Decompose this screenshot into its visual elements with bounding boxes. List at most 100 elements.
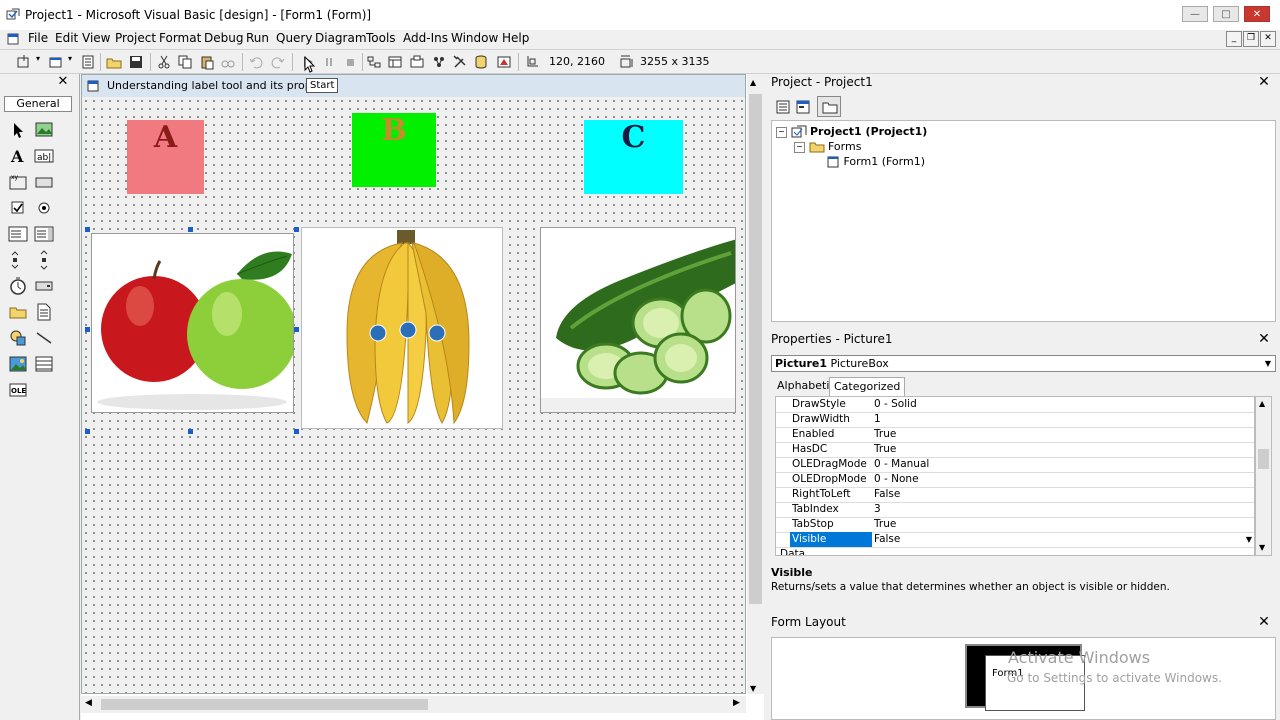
scroll-down-arrow-icon[interactable]: ▼ [750,684,756,693]
menu-view[interactable]: View [82,31,110,45]
break-icon[interactable] [321,54,337,70]
toolbox-icon[interactable] [452,54,468,70]
menu-format[interactable]: Format [159,31,201,45]
menu-editor-icon[interactable] [80,54,96,70]
timer-tool-icon[interactable] [8,276,28,296]
mdi-close-button[interactable]: ✕ [1260,31,1276,47]
scroll-down-arrow-icon[interactable]: ▼ [1259,543,1265,552]
selection-handle[interactable] [85,227,90,232]
scroll-up-arrow-icon[interactable]: ▲ [1259,399,1265,408]
combobox-tool-icon[interactable] [8,224,28,244]
dirlistbox-tool-icon[interactable] [8,302,28,322]
label-tool-icon[interactable]: A [8,146,28,166]
properties-vertical-scrollbar[interactable]: ▲ ▼ [1255,396,1272,556]
redo-icon[interactable] [270,54,286,70]
property-row-oledropmode[interactable]: OLEDropMode 0 - None [776,472,1254,488]
scroll-right-arrow-icon[interactable]: ▶ [733,698,740,708]
properties-panel-close-icon[interactable]: ✕ [1256,332,1272,348]
form-surface[interactable]: A B C [82,97,745,693]
selection-handle[interactable] [85,327,90,332]
view-object-icon[interactable] [795,99,811,115]
data-tool-icon[interactable] [34,354,54,374]
designer-vertical-scrollbar[interactable]: ▲ ▼ [747,74,764,694]
property-row-tabindex[interactable]: TabIndex 3 [776,502,1254,518]
mdi-restore-button[interactable]: ❐ [1243,31,1259,47]
form-layout-icon[interactable] [409,54,425,70]
tree-node-project[interactable]: − Project1 (Project1) [776,125,927,139]
label-a[interactable]: A [127,120,204,194]
object-selector-dropdown[interactable]: Picture1 PictureBox ▼ [771,355,1276,372]
picture2-bananas[interactable] [301,227,503,429]
menu-query[interactable]: Query [276,31,312,45]
toggle-folders-button[interactable] [817,96,841,117]
open-folder-icon[interactable] [106,54,122,70]
find-icon[interactable] [220,54,236,70]
toolbox-general-tab[interactable]: General [4,96,72,112]
data-view-icon[interactable] [473,54,489,70]
property-row-enabled[interactable]: Enabled True [776,427,1254,443]
form1-window[interactable]: Understanding label tool and its propert… [81,74,746,694]
filelistbox-tool-icon[interactable] [34,302,54,322]
save-icon[interactable] [128,54,144,70]
selection-handle[interactable] [294,327,299,332]
menu-window[interactable]: Window [451,31,498,45]
checkbox-tool-icon[interactable] [8,198,28,218]
label-c[interactable]: C [584,120,683,194]
cut-icon[interactable] [156,54,172,70]
scrollbar-thumb[interactable] [101,699,428,710]
optionbutton-tool-icon[interactable] [34,198,54,218]
add-form-icon[interactable] [48,54,64,70]
tree-node-forms[interactable]: − Forms [794,140,861,153]
property-value[interactable]: True [874,517,896,532]
project-explorer-icon[interactable] [366,54,382,70]
property-row-hasdc[interactable]: HasDC True [776,442,1254,458]
scroll-up-arrow-icon[interactable]: ▲ [750,78,756,87]
menu-debug[interactable]: Debug [204,31,243,45]
image-tool-icon[interactable] [8,354,28,374]
toolbox-close-icon[interactable]: ✕ [56,75,70,90]
pointer-tool-icon[interactable] [8,120,28,140]
form-icon[interactable] [7,33,19,45]
minimize-button[interactable]: — [1182,6,1208,22]
property-row-visible[interactable]: ▼ Visible False [776,532,1254,548]
menu-diagram[interactable]: Diagram [315,31,367,45]
property-value[interactable]: 0 - Manual [874,457,929,472]
line-tool-icon[interactable] [34,328,54,348]
picture1-apples[interactable] [91,233,294,413]
dropdown-arrow-icon[interactable]: ▾ [36,54,40,63]
chevron-down-icon[interactable]: ▼ [1265,356,1271,371]
drivelistbox-tool-icon[interactable] [34,276,54,296]
picturebox-tool-icon[interactable] [34,120,54,140]
menu-tools[interactable]: Tools [366,31,396,45]
end-icon[interactable] [342,54,358,70]
close-window-button[interactable]: ✕ [1244,6,1270,22]
maximize-button[interactable]: □ [1213,6,1239,22]
visual-component-manager-icon[interactable] [496,54,512,70]
menu-add-ins[interactable]: Add-Ins [403,31,448,45]
property-row-drawstyle[interactable]: DrawStyle 0 - Solid [776,397,1254,413]
property-value[interactable]: False [874,487,900,502]
menu-run[interactable]: Run [246,31,269,45]
project-panel-close-icon[interactable]: ✕ [1256,75,1272,91]
selection-handle[interactable] [294,429,299,434]
copy-icon[interactable] [177,54,193,70]
scroll-left-arrow-icon[interactable]: ◀ [85,698,92,708]
menu-file[interactable]: File [28,31,48,45]
property-value[interactable]: 3 [874,502,881,517]
property-value[interactable]: 0 - Solid [874,397,917,412]
property-value[interactable]: True [874,442,896,457]
dropdown-arrow-icon[interactable]: ▾ [68,54,72,63]
shape-tool-icon[interactable] [8,328,28,348]
chevron-down-icon[interactable]: ▼ [1246,532,1252,547]
undo-icon[interactable] [248,54,264,70]
selection-handle[interactable] [188,227,193,232]
menu-edit[interactable]: Edit [55,31,78,45]
vscrollbar-tool-icon[interactable] [34,250,54,270]
paste-icon[interactable] [199,54,215,70]
label-b[interactable]: B [352,113,436,187]
object-browser-icon[interactable] [431,54,447,70]
hscrollbar-tool-icon[interactable] [8,250,28,270]
ole-tool-icon[interactable]: OLE [8,380,28,400]
view-code-icon[interactable] [775,99,791,115]
form-layout-close-icon[interactable]: ✕ [1256,615,1272,631]
